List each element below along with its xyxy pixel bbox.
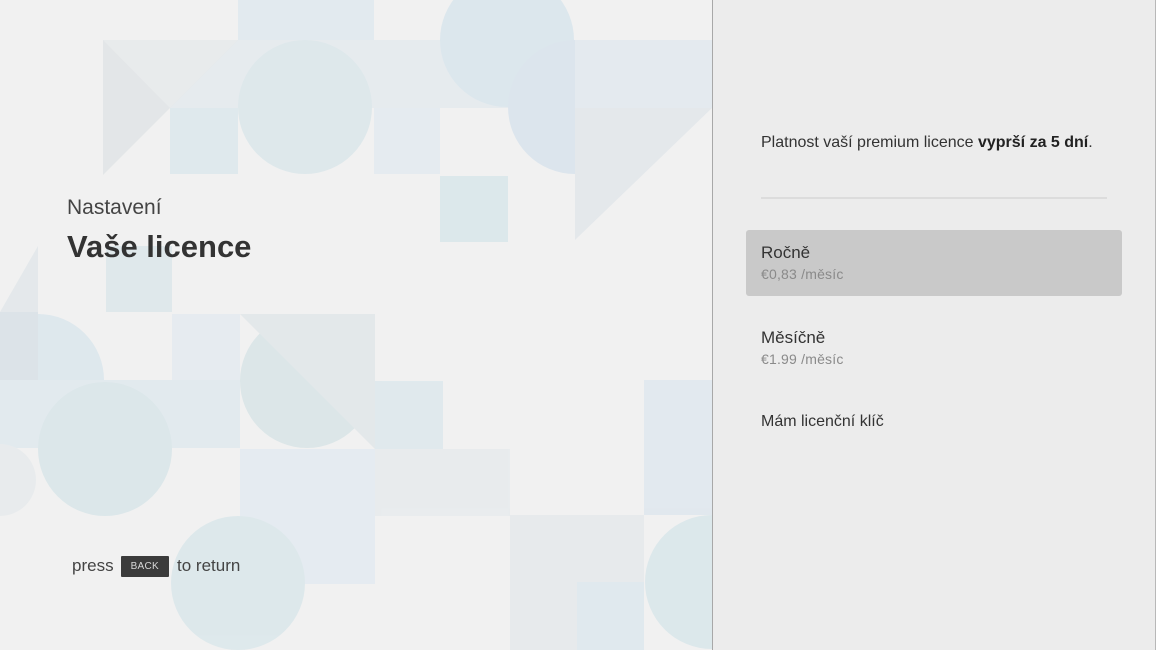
option-yearly-name: Ročně <box>761 243 811 262</box>
license-expiry: vyprší za 5 dní <box>977 134 1089 151</box>
background-pattern <box>0 0 712 650</box>
option-yearly-price: €0,83 /měsíc <box>761 266 844 282</box>
option-monthly[interactable]: Měsíčně €1.99 /měsíc <box>746 315 1122 381</box>
back-hint: press BACK to return <box>72 554 240 578</box>
option-monthly-name: Měsíčně <box>761 328 826 347</box>
license-info-text: Platnost vaší premium licence <box>761 134 978 151</box>
left-panel: Nastavení Vaše licence press BACK to ret… <box>0 0 712 650</box>
settings-subtitle: Nastavení <box>67 196 162 219</box>
page-title: Vaše licence <box>67 229 252 264</box>
option-license-key-name: Mám licenční klíč <box>761 413 884 430</box>
option-yearly[interactable]: Ročně €0,83 /měsíc <box>746 230 1122 296</box>
hint-prefix: press <box>72 556 114 575</box>
hint-suffix: to return <box>177 556 241 575</box>
separator <box>761 197 1107 199</box>
option-license-key[interactable]: Mám licenční klíč <box>746 400 1122 466</box>
option-monthly-price: €1.99 /měsíc <box>761 351 844 367</box>
license-info: Platnost vaší premium licence vyprší za … <box>761 134 1093 152</box>
right-panel: Platnost vaší premium licence vyprší za … <box>713 0 1156 650</box>
license-info-end: . <box>1088 134 1093 151</box>
back-key-badge[interactable]: BACK <box>120 555 170 577</box>
screen: Nastavení Vaše licence press BACK to ret… <box>0 0 1156 650</box>
